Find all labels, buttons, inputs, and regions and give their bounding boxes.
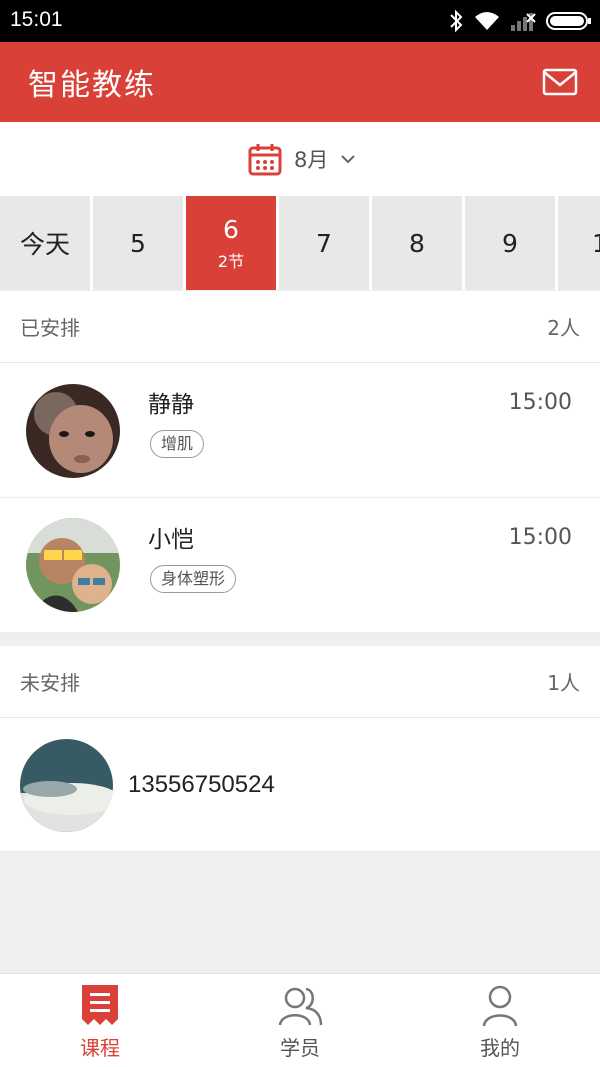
tab-label: 我的: [480, 1036, 520, 1060]
status-time: 15:01: [10, 8, 63, 31]
day-label: 6: [223, 214, 239, 244]
day-label: 1: [592, 228, 600, 258]
student-row-xiaokai[interactable]: 小恺 15:00 身体塑形: [0, 498, 600, 633]
app-title: 智能教练: [28, 68, 156, 103]
course-icon: [82, 985, 118, 1025]
day-label: 9: [502, 228, 518, 258]
day-label: 8: [409, 228, 425, 258]
status-icons: [448, 6, 592, 36]
avatar: [26, 384, 120, 478]
tab-profile[interactable]: 我的: [400, 974, 600, 1067]
tab-label: 课程: [80, 1036, 120, 1060]
day-label: 7: [316, 228, 332, 258]
profile-icon: [482, 985, 518, 1027]
avatar: [26, 518, 120, 612]
bottom-tab-bar: 课程 学员 我的: [0, 973, 600, 1067]
day-6-selected[interactable]: 6 2节: [186, 196, 276, 290]
tab-course[interactable]: 课程: [0, 974, 200, 1067]
day-label: 5: [130, 228, 146, 258]
scheduled-header: 已安排 2人: [0, 291, 600, 363]
wifi-icon: [475, 12, 499, 30]
scheduled-count: 2人: [547, 316, 580, 340]
app-bar: 智能教练: [0, 42, 600, 122]
chevron-down-icon: [341, 155, 356, 164]
signal-icon: [511, 13, 536, 31]
status-bar: 15:01: [0, 0, 600, 42]
day-7[interactable]: 7: [279, 196, 369, 290]
month-bar: 8月: [0, 122, 600, 196]
day-9[interactable]: 9: [465, 196, 555, 290]
unscheduled-header: 未安排 1人: [0, 646, 600, 718]
day-today[interactable]: 今天: [0, 196, 90, 290]
day-5[interactable]: 5: [93, 196, 183, 290]
scheduled-label: 已安排: [20, 316, 80, 340]
tab-label: 学员: [280, 1036, 320, 1060]
avatar: [20, 739, 113, 832]
calendar-icon: [248, 144, 282, 176]
unscheduled-count: 1人: [547, 671, 580, 695]
student-row-phone[interactable]: 13556750524: [0, 718, 600, 852]
tab-students[interactable]: 学员: [200, 974, 400, 1067]
mail-icon[interactable]: [542, 68, 578, 96]
app-screen: 15:01 智能教练 8月 今天 5 6 2节 7 8 9 1 已安排 2人 静…: [0, 0, 600, 1067]
session-time: 15:00: [508, 390, 572, 415]
student-phone: 13556750524: [128, 771, 275, 798]
student-row-jingjing[interactable]: 静静 15:00 增肌: [0, 363, 600, 498]
session-time: 15:00: [508, 525, 572, 550]
day-label: 今天: [19, 230, 70, 259]
goal-tag: 身体塑形: [150, 565, 237, 593]
goal-tag: 增肌: [150, 430, 205, 458]
unscheduled-label: 未安排: [20, 671, 80, 695]
students-icon: [278, 987, 323, 1026]
day-strip: 今天 5 6 2节 7 8 9 1: [0, 196, 600, 290]
month-label: 8月: [294, 148, 329, 172]
bluetooth-icon: [450, 9, 463, 33]
day-10-partial[interactable]: 1: [558, 196, 600, 290]
student-name: 小恺: [148, 527, 194, 553]
battery-icon: [546, 12, 591, 30]
month-selector[interactable]: 8月: [248, 142, 356, 176]
student-name: 静静: [148, 392, 194, 418]
lesson-count: 2节: [217, 251, 245, 271]
day-8[interactable]: 8: [372, 196, 462, 290]
